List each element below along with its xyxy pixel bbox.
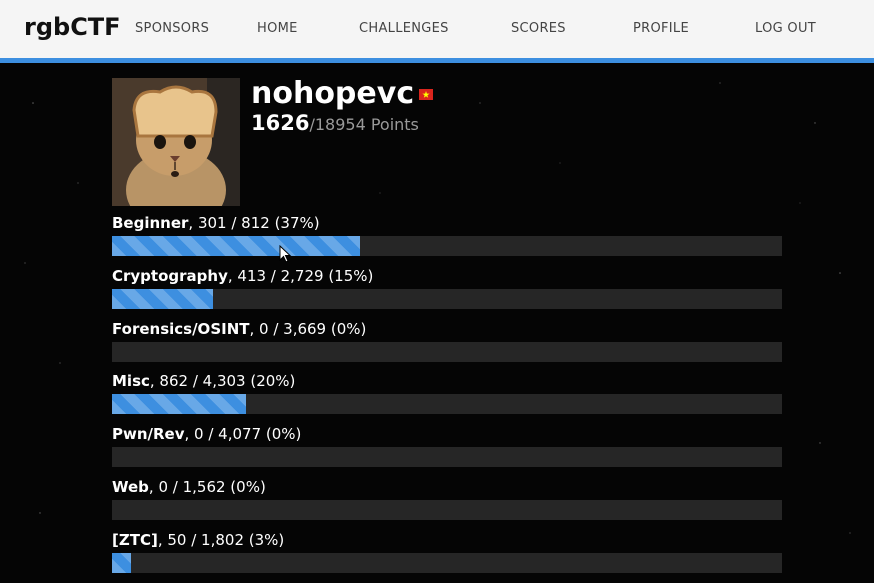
category-pwn-rev: Pwn/Rev, 0 / 4,077 (0%) <box>112 424 782 467</box>
category-stats: , 0 / 4,077 (0%) <box>184 425 302 443</box>
nav-sponsors[interactable]: SPONSORS <box>135 21 209 36</box>
category-beginner: Beginner, 301 / 812 (37%) <box>112 213 782 256</box>
nav-scores[interactable]: SCORES <box>511 21 566 36</box>
progress-bar <box>112 447 782 467</box>
brand-logo[interactable]: rgbCTF <box>24 13 121 41</box>
category-web: Web, 0 / 1,562 (0%) <box>112 477 782 520</box>
category-label: Misc, 862 / 4,303 (20%) <box>112 371 782 391</box>
category-stats: , 413 / 2,729 (15%) <box>227 267 374 285</box>
points-summary: 1626/18954 Points <box>251 111 419 135</box>
progress-bar <box>112 500 782 520</box>
category-forensics-osint: Forensics/OSINT, 0 / 3,669 (0%) <box>112 319 782 362</box>
nav-home[interactable]: HOME <box>257 21 298 36</box>
progress-bar <box>112 394 782 414</box>
username: nohopevc <box>251 76 415 111</box>
category-name: [ZTC] <box>112 531 158 549</box>
category-name: Forensics/OSINT <box>112 320 250 338</box>
category-stats: , 0 / 1,562 (0%) <box>148 478 266 496</box>
category-label: Cryptography, 413 / 2,729 (15%) <box>112 266 782 286</box>
category-stats: , 862 / 4,303 (20%) <box>149 372 296 390</box>
score-value: 1626 <box>251 111 310 135</box>
category-label: [ZTC], 50 / 1,802 (3%) <box>112 530 782 550</box>
progress-bar <box>112 289 782 309</box>
category-stats: , 0 / 3,669 (0%) <box>249 320 367 338</box>
progress-bar <box>112 236 782 256</box>
category-stats: , 301 / 812 (37%) <box>188 214 320 232</box>
progress-bar <box>112 553 782 573</box>
category-name: Pwn/Rev <box>112 425 185 443</box>
nav-challenges[interactable]: CHALLENGES <box>359 21 449 36</box>
progress-fill <box>112 236 360 256</box>
category-label: Pwn/Rev, 0 / 4,077 (0%) <box>112 424 782 444</box>
total-points: /18954 Points <box>309 115 419 134</box>
navbar: rgbCTF SPONSORS HOME CHALLENGES SCORES P… <box>0 0 874 63</box>
vietnam-flag-icon <box>419 89 433 100</box>
category-ztc: [ZTC], 50 / 1,802 (3%) <box>112 530 782 573</box>
progress-bar <box>112 342 782 362</box>
category-label: Beginner, 301 / 812 (37%) <box>112 213 782 233</box>
mouse-cursor-icon <box>279 244 293 269</box>
avatar <box>112 78 240 206</box>
category-misc: Misc, 862 / 4,303 (20%) <box>112 371 782 414</box>
category-name: Web <box>112 478 149 496</box>
category-name: Beginner <box>112 214 189 232</box>
nav-logout[interactable]: LOG OUT <box>755 21 816 36</box>
category-name: Misc <box>112 372 150 390</box>
category-label: Forensics/OSINT, 0 / 3,669 (0%) <box>112 319 782 339</box>
category-name: Cryptography <box>112 267 228 285</box>
category-cryptography: Cryptography, 413 / 2,729 (15%) <box>112 266 782 309</box>
category-label: Web, 0 / 1,562 (0%) <box>112 477 782 497</box>
nav-profile[interactable]: PROFILE <box>633 21 689 36</box>
progress-fill <box>112 553 131 573</box>
progress-fill <box>112 289 213 309</box>
progress-fill <box>112 394 246 414</box>
category-stats: , 50 / 1,802 (3%) <box>157 531 285 549</box>
